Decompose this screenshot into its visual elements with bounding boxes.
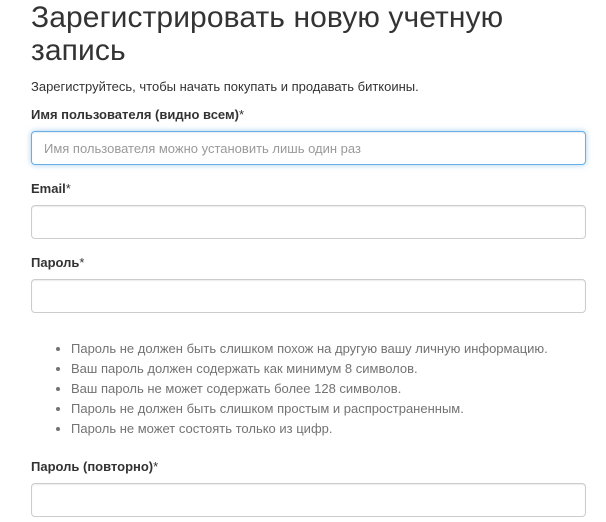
email-label: Email* (31, 181, 71, 196)
password-help-item: Пароль не может состоять только из цифр. (71, 419, 586, 439)
required-mark: * (238, 107, 244, 122)
password-help-item: Пароль не должен быть слишком похож на д… (71, 339, 586, 359)
username-label: Имя пользователя (видно всем)* (31, 107, 244, 122)
password-help-list: Пароль не должен быть слишком похож на д… (31, 339, 586, 439)
required-mark: * (79, 255, 85, 270)
page-subtitle: Зарегиструйтесь, чтобы начать покупать и… (31, 79, 419, 94)
email-input[interactable] (31, 205, 586, 239)
password-help-item: Ваш пароль не может содержать более 128 … (71, 379, 586, 399)
password-help-item: Пароль не должен быть слишком простым и … (71, 399, 586, 419)
username-input[interactable] (31, 131, 586, 165)
required-mark: * (153, 459, 159, 474)
password-repeat-label: Пароль (повторно)* (31, 459, 159, 474)
email-group: Email* (31, 180, 586, 239)
registration-page: Зарегистрировать новую учетную запись За… (31, 0, 586, 517)
required-mark: * (65, 181, 71, 196)
password-group: Пароль* (31, 254, 586, 313)
password-repeat-input[interactable] (31, 483, 586, 517)
password-input[interactable] (31, 279, 586, 313)
password-repeat-group: Пароль (повторно)* (31, 458, 586, 517)
password-help-item: Ваш пароль должен содержать как минимум … (71, 359, 586, 379)
password-label: Пароль* (31, 255, 85, 270)
page-title: Зарегистрировать новую учетную запись (31, 1, 504, 67)
username-group: Имя пользователя (видно всем)* (31, 106, 586, 165)
